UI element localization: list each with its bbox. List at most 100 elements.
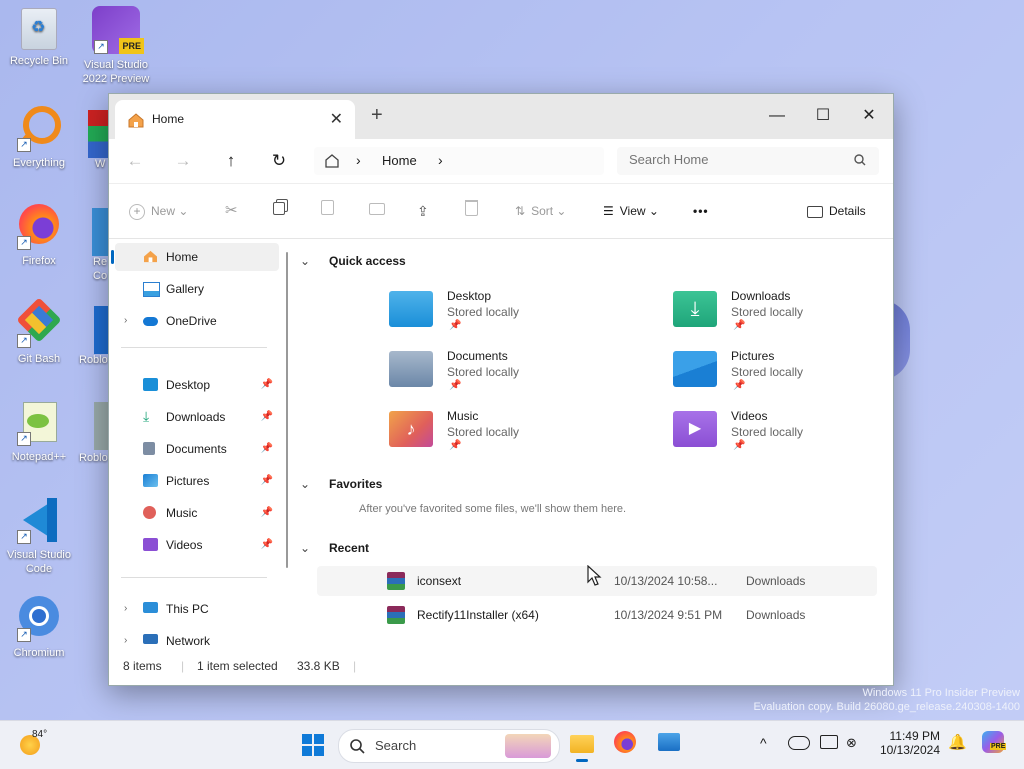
partial-desktop-label: Roblo <box>79 452 108 464</box>
new-button[interactable]: + New ⌄ <box>129 200 188 222</box>
quick-access-item-videos[interactable]: ▶ Videos Stored locally 📌 <box>673 409 893 465</box>
more-options-button[interactable]: ••• <box>693 200 709 222</box>
clock[interactable]: 11:49 PM 10/13/2024 <box>876 729 940 757</box>
quick-access-item-music[interactable]: ♪ Music Stored locally 📌 <box>389 409 629 465</box>
winrar-archive-icon <box>387 606 405 624</box>
notification-bell-icon[interactable]: 🔔 <box>948 733 967 751</box>
start-button[interactable] <box>302 734 324 756</box>
breadcrumb-home[interactable]: Home <box>382 153 417 168</box>
desktop-icon-chromium[interactable]: ↗ Chromium <box>1 594 77 660</box>
section-favorites[interactable]: ⌄ Favorites <box>300 477 382 491</box>
sidebar-item-network[interactable]: › Network <box>115 627 279 651</box>
chevron-down-icon[interactable]: ⌄ <box>300 477 310 491</box>
sidebar-item-videos[interactable]: Videos 📌 <box>115 531 279 559</box>
share-icon[interactable]: ⇪ <box>417 200 429 222</box>
close-window-button[interactable]: ✕ <box>846 102 892 130</box>
chevron-down-icon[interactable]: ⌄ <box>300 254 310 268</box>
chevron-right-icon[interactable]: › <box>124 307 127 335</box>
pin-icon[interactable]: 📌 <box>261 403 273 431</box>
partial-desktop-icon[interactable] <box>94 402 108 450</box>
sidebar-item-this-pc[interactable]: › This PC <box>115 595 279 623</box>
pin-icon[interactable]: 📌 <box>261 467 273 495</box>
desktop-icon-label: Notepad++ <box>11 451 67 463</box>
minimize-button[interactable]: — <box>754 102 800 130</box>
network-disconnected-icon[interactable]: ⊗ <box>846 735 857 751</box>
desktop-icon-label: Firefox <box>22 255 56 267</box>
tab-home[interactable]: Home ✕ <box>115 100 355 139</box>
search-input[interactable] <box>627 151 851 168</box>
chevron-down-icon[interactable]: ⌄ <box>300 541 310 555</box>
desktop-icon-recycle-bin[interactable]: ♻ Recycle Bin <box>1 8 77 68</box>
pin-icon[interactable]: 📌 <box>261 499 273 527</box>
home-icon <box>128 113 144 128</box>
desktop-icon-notepad-plus-plus[interactable]: ↗ Notepad++ <box>1 398 77 464</box>
paste-icon[interactable] <box>321 200 334 222</box>
visual-studio-icon: PRE ↗ <box>92 6 144 54</box>
item-status: Stored locally <box>447 365 520 379</box>
section-recent[interactable]: ⌄ Recent <box>300 541 369 555</box>
sort-button[interactable]: ⇅ Sort ⌄ <box>515 200 566 222</box>
sidebar-item-home[interactable]: Home <box>111 243 279 271</box>
desktop-icon-visual-studio-preview[interactable]: PRE ↗ Visual Studio 2022 Preview <box>78 6 154 86</box>
item-name: Desktop <box>447 289 492 303</box>
quick-access-item-desktop[interactable]: Desktop Stored locally 📌 <box>389 289 629 345</box>
sidebar-item-desktop[interactable]: Desktop 📌 <box>115 371 279 399</box>
search-box[interactable] <box>617 147 879 175</box>
sidebar-item-gallery[interactable]: Gallery <box>115 275 279 303</box>
sidebar-item-onedrive[interactable]: › OneDrive <box>115 307 279 335</box>
clock-date: 10/13/2024 <box>879 743 940 757</box>
rename-icon[interactable] <box>369 200 385 222</box>
section-quick-access[interactable]: ⌄ Quick access <box>300 254 406 268</box>
maximize-button[interactable]: ☐ <box>800 102 846 130</box>
copy-icon[interactable] <box>273 200 285 222</box>
desktop-icon-everything[interactable]: ↗ Everything <box>1 104 77 170</box>
cut-icon[interactable]: ✂ <box>225 200 238 222</box>
desktop-icon-label-2: Code <box>25 563 53 575</box>
sidebar-scrollbar[interactable] <box>286 252 288 568</box>
partial-desktop-icon[interactable] <box>92 208 108 256</box>
quick-access-item-downloads[interactable]: ⤓ Downloads Stored locally 📌 <box>673 289 893 345</box>
pin-icon[interactable]: 📌 <box>261 435 273 463</box>
recent-file-row[interactable]: Rectify11Installer (x64) 10/13/2024 9:51… <box>317 600 877 630</box>
delete-icon[interactable] <box>465 200 478 222</box>
sidebar-item-downloads[interactable]: ⤓ Downloads 📌 <box>115 403 279 431</box>
new-tab-button[interactable]: + <box>371 104 383 127</box>
breadcrumb-separator-end[interactable]: › <box>438 152 443 168</box>
display-tray-icon[interactable] <box>820 735 838 749</box>
chevron-right-icon[interactable]: › <box>124 595 127 623</box>
back-button[interactable]: ← <box>123 149 147 173</box>
taskbar-app[interactable] <box>658 733 682 755</box>
close-tab-button[interactable]: ✕ <box>330 109 343 129</box>
refresh-button[interactable]: ↻ <box>267 149 291 173</box>
pin-icon[interactable]: 📌 <box>261 371 273 399</box>
pin-icon[interactable]: 📌 <box>261 531 273 559</box>
chevron-right-icon[interactable]: › <box>124 627 127 651</box>
taskbar-search[interactable]: Search <box>338 729 560 763</box>
up-button[interactable]: ↑ <box>219 149 243 173</box>
desktop-icon-vscode[interactable]: ↗ Visual Studio Code <box>1 496 77 576</box>
quick-access-item-pictures[interactable]: Pictures Stored locally 📌 <box>673 349 893 405</box>
weather-widget[interactable]: 84° <box>18 729 58 761</box>
partial-desktop-icon[interactable] <box>94 306 108 354</box>
desktop-icon-git-bash[interactable]: ↗ Git Bash <box>1 297 77 366</box>
everything-icon: ↗ <box>15 104 63 152</box>
view-button[interactable]: ☰ View ⌄ <box>603 200 659 222</box>
music-folder-icon: ♪ <box>389 411 433 447</box>
sidebar-item-music[interactable]: Music 📌 <box>115 499 279 527</box>
plus-circle-icon: + <box>129 204 145 220</box>
details-pane-button[interactable]: Details <box>807 200 866 222</box>
forward-button[interactable]: → <box>171 149 195 173</box>
details-button-label: Details <box>829 204 866 218</box>
desktop-icon-firefox[interactable]: ↗ Firefox <box>1 202 77 268</box>
taskbar-file-explorer[interactable] <box>568 729 596 762</box>
partial-desktop-icon[interactable] <box>88 110 110 158</box>
copilot-button[interactable]: PRE <box>982 731 1007 755</box>
quick-access-item-documents[interactable]: Documents Stored locally 📌 <box>389 349 629 405</box>
sidebar-item-pictures[interactable]: Pictures 📌 <box>115 467 279 495</box>
address-bar[interactable]: › Home › <box>314 147 604 175</box>
breadcrumb-separator[interactable]: › <box>356 152 361 168</box>
sidebar-item-documents[interactable]: Documents 📌 <box>115 435 279 463</box>
show-hidden-icons-button[interactable]: ^ <box>760 735 767 751</box>
onedrive-tray-icon[interactable] <box>788 736 810 750</box>
taskbar-firefox[interactable] <box>614 731 638 755</box>
